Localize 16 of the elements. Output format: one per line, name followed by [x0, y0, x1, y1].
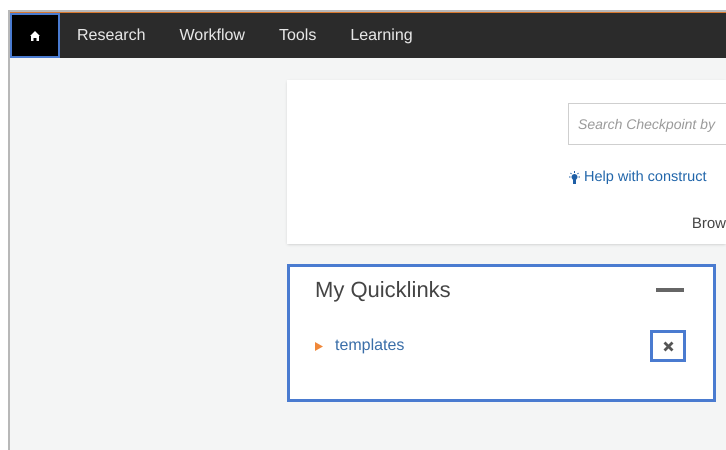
home-button[interactable] [10, 13, 60, 58]
close-icon [662, 340, 674, 352]
nav-menu-item[interactable]: Learning [333, 13, 430, 58]
panel-title: My Quicklinks [315, 276, 451, 304]
search-field[interactable]: Search Checkpoint by [568, 103, 726, 145]
quicklink[interactable]: templates [335, 334, 404, 358]
nav-menu-item[interactable]: Research [60, 13, 162, 58]
browse-text: Brow [692, 214, 726, 234]
collapse-button[interactable] [656, 288, 684, 292]
lightbulb-icon [568, 170, 581, 185]
help-link[interactable]: Help with construct [584, 167, 706, 189]
home-icon [29, 30, 41, 42]
caret-icon [315, 342, 323, 350]
nav-menu-item[interactable]: Workflow [162, 13, 262, 58]
remove-button[interactable] [650, 330, 686, 362]
nav-menu-item[interactable]: Tools [262, 13, 334, 58]
